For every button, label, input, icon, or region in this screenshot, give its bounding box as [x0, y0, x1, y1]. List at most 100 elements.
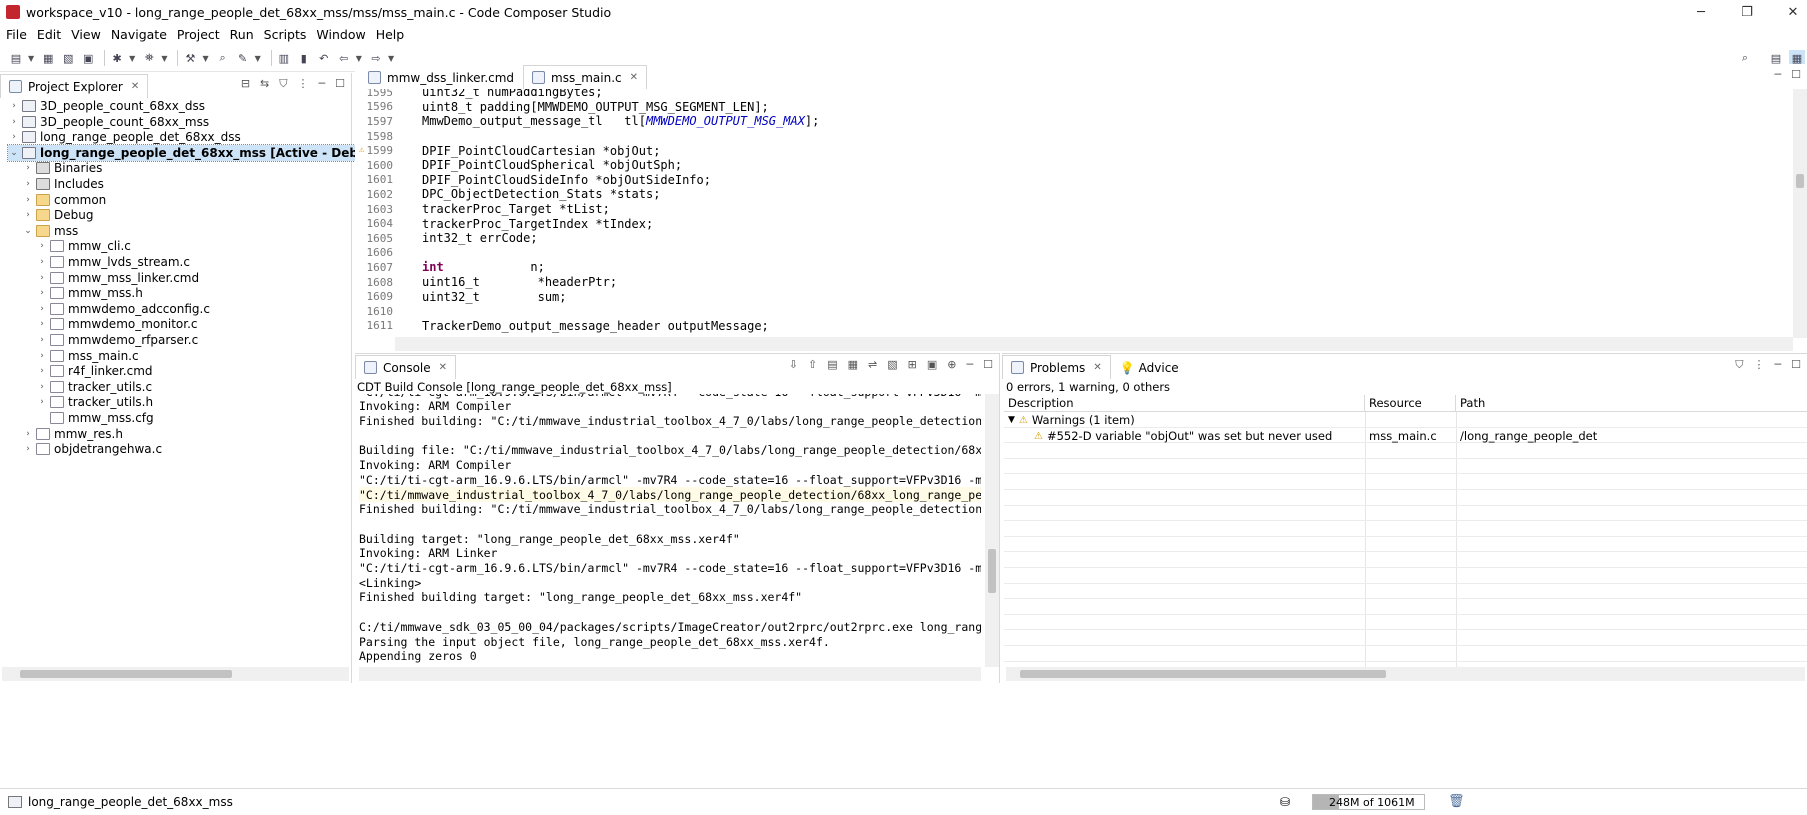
code-line[interactable]: 1601 DPIF_PointCloudSideInfo *objOutSideI…	[355, 173, 1807, 188]
chevron-right-icon[interactable]: ›	[36, 351, 48, 361]
console-vscrollbar[interactable]	[985, 394, 999, 667]
restore-button[interactable]: ❐	[1724, 0, 1770, 24]
chevron-down-icon[interactable]: ⌄	[22, 226, 34, 236]
tree-item[interactable]: ⌄ long_range_people_det_68xx_mss [Active …	[7, 143, 382, 162]
minimize-button[interactable]: ─	[1678, 0, 1724, 24]
menu-window[interactable]: Window	[316, 27, 365, 42]
chevron-right-icon[interactable]: ›	[8, 132, 20, 142]
debug-dropdown-icon[interactable]: ▼	[129, 54, 135, 63]
close-icon[interactable]: ✕	[1093, 362, 1101, 373]
tools-dropdown-icon[interactable]: ▼	[255, 54, 261, 63]
save-icon[interactable]: ▦	[40, 50, 56, 66]
chevron-right-icon[interactable]: ›	[22, 163, 34, 173]
tab-mss-main[interactable]: mss_main.c ✕	[523, 65, 648, 89]
tree-item[interactable]: ⌄ mss	[22, 223, 78, 239]
problem-path[interactable]: /long_range_people_det	[1460, 428, 1597, 444]
code-line[interactable]: 1611 TrackerDemo_output_message_header ou…	[355, 319, 1807, 334]
chevron-right-icon[interactable]: ›	[22, 179, 34, 189]
menu-navigate[interactable]: Navigate	[111, 27, 167, 42]
menu-scripts[interactable]: Scripts	[264, 27, 307, 42]
chevron-right-icon[interactable]: ›	[36, 273, 48, 283]
tree-item[interactable]: › tracker_utils.h	[36, 394, 153, 410]
editor-vscrollbar[interactable]	[1793, 89, 1807, 338]
link-editor-icon[interactable]: ⇆	[260, 77, 269, 91]
code-line[interactable]: 1607 int n;	[355, 260, 1807, 275]
flash-icon[interactable]: ⛯	[141, 50, 157, 66]
filter-icon[interactable]: ⛉	[1735, 358, 1743, 372]
back-arrow-icon[interactable]: ⇦	[336, 50, 352, 66]
menu-edit[interactable]: Edit	[37, 27, 61, 42]
chevron-right-icon[interactable]: ›	[36, 397, 48, 407]
editor-hscrollbar[interactable]	[395, 337, 1793, 351]
chevron-right-icon[interactable]: ›	[8, 117, 20, 127]
chevron-right-icon[interactable]: ›	[36, 319, 48, 329]
console-hscrollbar[interactable]	[359, 667, 981, 681]
chevron-down-icon[interactable]: ▼	[1008, 415, 1015, 425]
build-dropdown-icon[interactable]: ▼	[202, 54, 208, 63]
chevron-right-icon[interactable]: ›	[22, 444, 34, 454]
code-editor[interactable]: 1595 uint32_t numPaddingBytes; 1596 uint8_t…	[355, 89, 1807, 338]
tree-item[interactable]: › mmwdemo_rfparser.c	[36, 332, 198, 348]
code-line[interactable]: 1603 trackerProc_Target *tList;	[355, 202, 1807, 217]
chevron-right-icon[interactable]: ›	[8, 101, 20, 111]
chevron-right-icon[interactable]: ›	[36, 304, 48, 314]
code-line[interactable]: 1606	[355, 246, 1807, 261]
tab-problems[interactable]: Problems ✕	[1002, 355, 1111, 379]
collapse-all-icon[interactable]: ⊟	[241, 77, 250, 91]
minimize-view-icon[interactable]: ─	[1775, 358, 1782, 372]
scroll-thumb[interactable]	[988, 549, 996, 593]
column-resource[interactable]: Resource	[1365, 395, 1456, 412]
tree-item[interactable]: › mmwdemo_adcconfig.c	[36, 301, 210, 317]
code-line[interactable]: 1610	[355, 304, 1807, 319]
tab-console[interactable]: Console ✕	[355, 355, 457, 379]
pin-editor-icon[interactable]: ▮	[296, 50, 312, 66]
tree-item[interactable]: › tracker_utils.c	[36, 379, 152, 395]
column-path[interactable]: Path	[1456, 395, 1807, 412]
code-line[interactable]: 1605 int32_t errCode;	[355, 231, 1807, 246]
tree-item[interactable]: › 3D_people_count_68xx_dss	[8, 98, 205, 114]
chevron-right-icon[interactable]: ›	[36, 288, 48, 298]
code-line[interactable]: 1602 DPC_ObjectDetection_Stats *stats;	[355, 187, 1807, 202]
problem-row[interactable]: ⚠ #552-D variable "objOut" was set but n…	[1034, 428, 1332, 444]
chevron-right-icon[interactable]: ›	[36, 241, 48, 251]
tab-advice[interactable]: 💡 Advice	[1111, 355, 1188, 379]
code-line[interactable]: 1596 uint8_t padding[MMWDEMO_OUTPUT_MSG_S…	[355, 100, 1807, 115]
git-status-icon[interactable]: ⛁	[1280, 795, 1290, 809]
problem-resource[interactable]: mss_main.c	[1369, 428, 1437, 444]
view-menu-icon[interactable]: ⋮	[298, 77, 309, 91]
word-wrap-icon[interactable]: ⇌	[868, 358, 877, 371]
explorer-hscrollbar[interactable]	[2, 667, 349, 681]
close-icon[interactable]: ✕	[630, 72, 638, 83]
menu-file[interactable]: File	[6, 27, 27, 42]
chevron-right-icon[interactable]: ›	[36, 382, 48, 392]
tree-item[interactable]: › 3D_people_count_68xx_mss	[8, 114, 209, 130]
prev-error-icon[interactable]: ⇧	[808, 358, 817, 371]
console-output[interactable]: "C:/ti/ti-cgt-arm_16.9.6.LTS/bin/armcl" …	[359, 394, 981, 667]
tree-item[interactable]: › mss_main.c	[36, 348, 138, 364]
code-line[interactable]: ⚠ 1599 DPIF_PointCloudCartesian *objOut;	[355, 143, 1807, 158]
menu-view[interactable]: View	[71, 27, 101, 42]
forward-dropdown-icon[interactable]: ▼	[388, 54, 394, 63]
flash-dropdown-icon[interactable]: ▼	[161, 54, 167, 63]
code-line[interactable]: 1597 MmwDemo_output_message_tl tl[MMWDEMO…	[355, 114, 1807, 129]
tree-item[interactable]: mmw_mss.cfg	[36, 410, 154, 426]
warnings-group-row[interactable]: ▼ ⚠ Warnings (1 item)	[1008, 412, 1135, 428]
tree-item[interactable]: › mmw_mss.h	[36, 285, 143, 301]
close-icon[interactable]: ✕	[439, 362, 447, 373]
tree-item[interactable]: › mmw_lvds_stream.c	[36, 254, 190, 270]
clear-console-icon[interactable]: ▧	[887, 358, 897, 371]
chevron-right-icon[interactable]: ›	[22, 210, 34, 220]
maximize-view-icon[interactable]: ☐	[1791, 358, 1801, 372]
tree-item[interactable]: › long_range_people_det_68xx_dss	[8, 129, 241, 145]
new-icon[interactable]: ▤	[8, 50, 24, 66]
chevron-right-icon[interactable]: ›	[36, 257, 48, 267]
minimize-view-icon[interactable]: ─	[319, 77, 326, 91]
tree-item[interactable]: › mmw_mss_linker.cmd	[36, 270, 199, 286]
chevron-right-icon[interactable]: ›	[36, 335, 48, 345]
show-console-icon[interactable]: ▤	[827, 358, 837, 371]
minimize-view-icon[interactable]: ─	[967, 358, 974, 371]
tab-project-explorer[interactable]: Project Explorer ✕	[0, 74, 149, 98]
display-console-icon[interactable]: ▣	[927, 358, 937, 371]
chevron-right-icon[interactable]: ›	[22, 429, 34, 439]
heap-status[interactable]: 248M of 1061M	[1312, 794, 1425, 810]
